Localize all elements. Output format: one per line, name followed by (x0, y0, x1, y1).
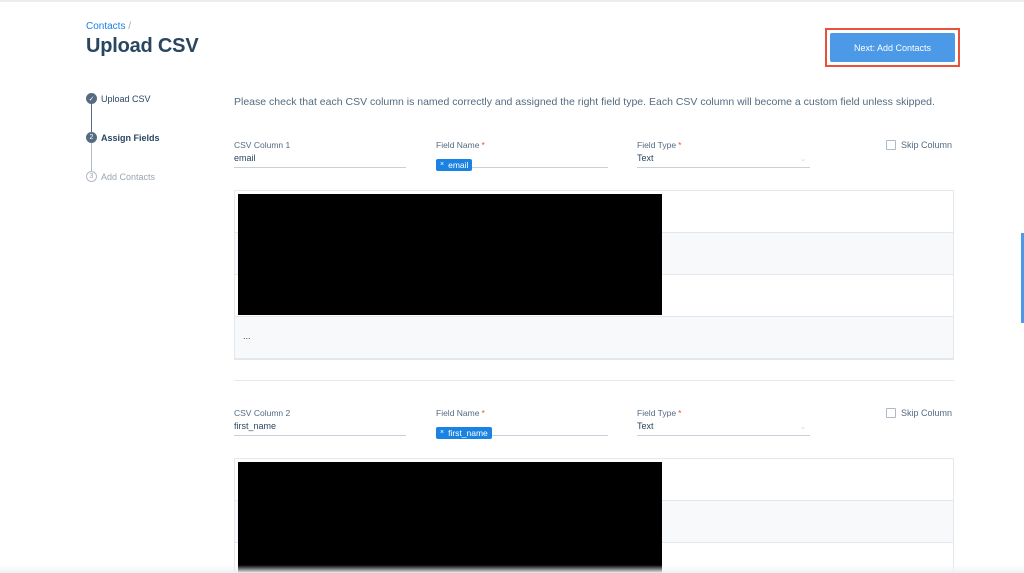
field-name-select[interactable]: Field Name * × first_name (436, 408, 608, 439)
remove-icon[interactable]: × (440, 161, 444, 168)
checkbox-icon[interactable] (886, 408, 896, 418)
column-mapping-row: CSV Column 2 first_name Field Name * × fir… (234, 408, 954, 439)
csv-column-value: first_name (234, 421, 277, 431)
field-name-select[interactable]: Field Name * × email (436, 140, 608, 171)
field-name-label: Field Name (436, 140, 480, 150)
chevron-down-icon: ⌄ (800, 156, 806, 163)
step-add-contacts: 3 Add Contacts (86, 171, 155, 182)
step-number-icon: 2 (86, 132, 97, 143)
skip-column-label: Skip Column (901, 140, 953, 150)
remove-icon[interactable]: × (440, 429, 444, 436)
preview-row: ... (235, 317, 953, 359)
field-name-label: Field Name (436, 408, 480, 418)
breadcrumb: Contacts / (86, 21, 131, 32)
breadcrumb-contacts-link[interactable]: Contacts (86, 21, 125, 32)
section-divider (234, 380, 954, 381)
field-type-label: Field Type (637, 140, 677, 150)
column-preview-table (234, 458, 954, 573)
next-button-highlight: Next: Add Contacts (825, 28, 960, 67)
required-marker: * (678, 408, 682, 418)
next-add-contacts-button[interactable]: Next: Add Contacts (830, 33, 955, 62)
csv-column-field: CSV Column 1 email (234, 140, 406, 168)
step-connector (91, 104, 92, 132)
step-number-icon: 3 (86, 171, 97, 182)
chevron-down-icon: ⌄ (800, 424, 806, 431)
csv-column-label: CSV Column 2 (234, 408, 291, 418)
csv-column-label: CSV Column 1 (234, 140, 291, 150)
page-title: Upload CSV (86, 35, 199, 57)
csv-column-value: email (234, 153, 256, 163)
skip-column-label: Skip Column (901, 408, 953, 418)
skip-column-checkbox[interactable]: Skip Column (886, 140, 952, 150)
column-preview-table: ... (234, 190, 954, 360)
field-name-chip[interactable]: × email (436, 158, 473, 171)
skip-column-checkbox[interactable]: Skip Column (886, 408, 952, 418)
required-marker: * (481, 408, 485, 418)
required-marker: * (678, 140, 682, 150)
step-label: Assign Fields (101, 132, 160, 143)
instructions-text: Please check that each CSV column is nam… (234, 96, 935, 108)
check-icon: ✓ (86, 93, 97, 104)
redacted-preview-data (238, 462, 662, 573)
field-name-chip[interactable]: × first_name (436, 426, 492, 439)
step-upload-csv[interactable]: ✓ Upload CSV (86, 93, 151, 104)
field-type-select[interactable]: Field Type * Text ⌄ (637, 140, 810, 168)
field-type-value: Text (637, 421, 654, 431)
csv-column-field: CSV Column 2 first_name (234, 408, 406, 436)
top-border (0, 0, 1024, 2)
field-type-label: Field Type (637, 408, 677, 418)
field-type-select[interactable]: Field Type * Text ⌄ (637, 408, 810, 436)
step-assign-fields: 2 Assign Fields (86, 132, 160, 143)
checkbox-icon[interactable] (886, 140, 896, 150)
column-mapping-row: CSV Column 1 email Field Name * × email Fi… (234, 140, 954, 171)
required-marker: * (481, 140, 485, 150)
step-label: Add Contacts (101, 171, 156, 182)
field-type-value: Text (637, 153, 654, 163)
preview-ellipsis: ... (243, 331, 251, 341)
redacted-preview-data (238, 194, 662, 315)
step-label: Upload CSV (101, 93, 151, 104)
bottom-shadow (0, 565, 1024, 573)
breadcrumb-separator: / (128, 21, 132, 32)
step-connector (91, 143, 92, 171)
